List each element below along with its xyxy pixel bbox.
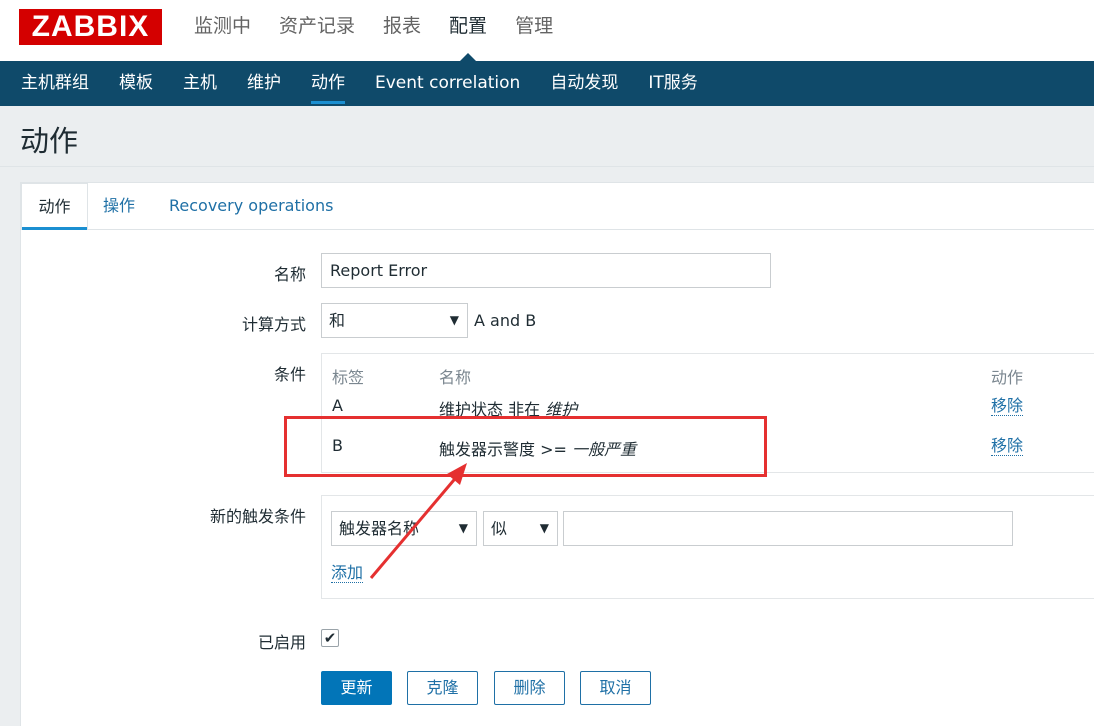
annotation-arrow (369, 463, 467, 579)
